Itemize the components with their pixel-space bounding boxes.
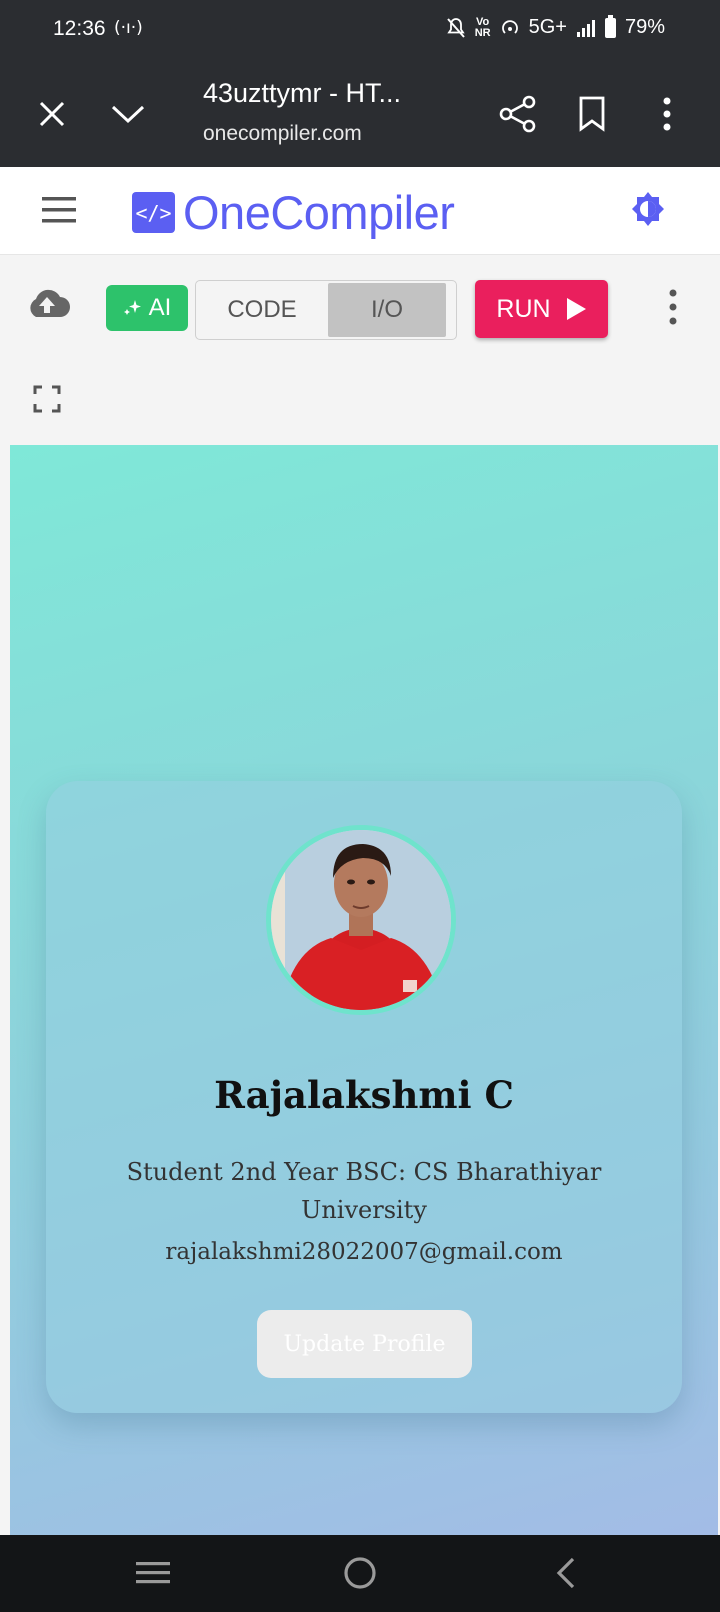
profile-role: Student 2nd Year BSC: CS Bharathiyar Uni…	[126, 1158, 602, 1224]
hotspot-icon	[501, 19, 518, 34]
output-preview: Rajalakshmi C Student 2nd Year BSC: CS B…	[10, 445, 718, 1535]
status-icons: Vo NR 5G+ 79%	[446, 14, 665, 39]
fullscreen-icon[interactable]	[33, 385, 61, 413]
recent-apps-icon	[136, 1562, 170, 1584]
close-icon	[39, 101, 65, 127]
status-bar: 12:36 (·ı·) Vo NR 5G+ 79%	[0, 0, 720, 60]
tab-io[interactable]: I/O	[328, 283, 446, 337]
more-menu-button[interactable]	[643, 90, 691, 138]
bookmark-button[interactable]	[568, 90, 616, 138]
hamburger-menu-icon[interactable]	[40, 193, 78, 227]
run-label: RUN	[496, 294, 551, 323]
profile-card: Rajalakshmi C Student 2nd Year BSC: CS B…	[46, 781, 682, 1413]
battery-percent: 79%	[624, 16, 665, 38]
chevron-down-icon	[111, 105, 145, 124]
page-domain: onecompiler.com	[203, 122, 362, 145]
page-title: 43uzttymr - HT...	[203, 78, 402, 108]
volte-icon: Vo NR	[474, 15, 491, 39]
code-io-toggle: CODE I/O	[195, 280, 457, 340]
update-profile-button[interactable]: Update Profile	[257, 1310, 472, 1378]
profile-name: Rajalakshmi C	[214, 1073, 514, 1117]
mute-bell-icon	[446, 17, 465, 38]
system-nav-bar	[0, 1535, 720, 1612]
profile-photo	[271, 830, 451, 1010]
close-button[interactable]	[28, 90, 76, 138]
share-icon	[499, 95, 536, 133]
status-time: 12:36	[53, 17, 106, 40]
signal-icon	[576, 19, 595, 37]
battery-icon	[604, 14, 616, 38]
ai-button[interactable]: AI	[106, 285, 188, 331]
browser-toolbar: 43uzttymr - HT... onecompiler.com	[0, 60, 720, 167]
home-button[interactable]	[336, 1553, 384, 1593]
logo-text: OneCompiler	[183, 186, 455, 239]
back-icon	[556, 1557, 575, 1589]
network-type: 5G+	[528, 16, 567, 38]
back-button[interactable]	[542, 1553, 590, 1593]
play-icon	[566, 298, 586, 320]
more-vert-icon	[663, 97, 671, 131]
home-icon	[344, 1557, 376, 1589]
profile-avatar	[266, 825, 456, 1015]
editor-more-icon[interactable]	[662, 285, 684, 329]
site-header: </> OneCompiler	[0, 167, 720, 255]
editor-toolbar: AI CODE I/O RUN	[0, 255, 720, 445]
nfc-icon: (·ı·)	[114, 18, 143, 38]
theme-toggle-icon[interactable]	[628, 189, 668, 229]
minimize-button[interactable]	[104, 90, 152, 138]
run-button[interactable]: RUN	[475, 280, 608, 338]
cloud-upload-icon[interactable]	[24, 287, 70, 319]
sparkle-icon	[123, 300, 141, 315]
onecompiler-logo[interactable]: </> OneCompiler	[132, 185, 455, 240]
share-button[interactable]	[494, 90, 542, 138]
tab-code[interactable]: CODE	[196, 281, 328, 339]
logo-code-icon: </>	[132, 192, 175, 233]
ai-label: AI	[148, 294, 172, 321]
bookmark-icon	[579, 96, 605, 132]
recent-apps-button[interactable]	[129, 1553, 177, 1593]
profile-email: rajalakshmi28022007@gmail.com	[165, 1239, 563, 1265]
